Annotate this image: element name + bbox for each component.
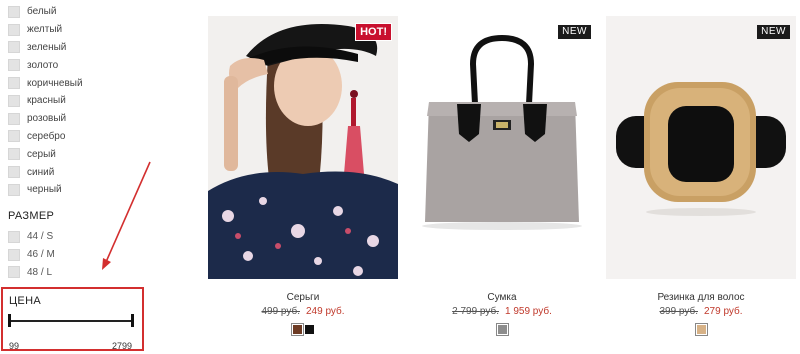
product-price: 499 руб. 249 руб.	[208, 306, 398, 317]
sale-price: 1 959 руб.	[505, 306, 552, 317]
color-filter-brown[interactable]: коричневый	[8, 74, 83, 92]
color-label: коричневый	[27, 77, 83, 89]
sale-price: 249 руб.	[306, 306, 345, 317]
price-max-value: 2799	[111, 341, 132, 351]
checkbox[interactable]	[8, 266, 20, 279]
size-filter-l[interactable]: 48 / L	[8, 264, 55, 282]
color-label: желтый	[27, 24, 63, 36]
color-swatches	[606, 323, 796, 336]
price-min-value: 99	[9, 341, 20, 351]
checkbox[interactable]	[8, 5, 20, 18]
checkbox[interactable]	[8, 59, 20, 72]
new-badge: NEW	[757, 25, 790, 39]
product-image[interactable]: NEW	[606, 16, 796, 279]
price-filter-highlight: ЦЕНА 99 2799	[1, 287, 144, 351]
product-image[interactable]: HOT!	[208, 16, 398, 279]
new-badge: NEW	[558, 25, 591, 39]
size-filter-m[interactable]: 46 / M	[8, 246, 55, 264]
color-filter-red[interactable]: красный	[8, 92, 83, 110]
old-price: 399 руб.	[659, 306, 698, 317]
hair-tie-photo	[606, 16, 796, 279]
price-slider-track[interactable]	[9, 320, 134, 322]
color-label: синий	[27, 166, 55, 178]
product-image[interactable]: NEW	[407, 16, 597, 279]
price-slider-min-handle[interactable]	[8, 314, 11, 327]
product-name[interactable]: Сумка	[407, 292, 597, 303]
price-filter-heading: ЦЕНА	[9, 295, 41, 307]
color-label: черный	[27, 184, 62, 196]
color-label: розовый	[27, 113, 67, 125]
checkbox[interactable]	[8, 41, 20, 54]
color-filter-yellow[interactable]: желтый	[8, 21, 83, 39]
color-filter-blue[interactable]: синий	[8, 163, 83, 181]
model-photo	[208, 16, 398, 279]
checkbox[interactable]	[8, 166, 20, 179]
color-filter-gold[interactable]: золото	[8, 56, 83, 74]
color-filter-grey[interactable]: серый	[8, 145, 83, 163]
checkbox[interactable]	[8, 183, 20, 196]
size-label: 48 / L	[27, 266, 53, 278]
swatch-grey[interactable]	[495, 323, 509, 336]
checkbox[interactable]	[8, 248, 20, 261]
product-name[interactable]: Резинка для волос	[606, 292, 796, 303]
filter-sidebar: белый желтый зеленый золото коричневый к…	[0, 0, 190, 354]
checkbox[interactable]	[8, 230, 20, 243]
swatch-black[interactable]	[304, 325, 314, 334]
color-filter-list: белый желтый зеленый золото коричневый к…	[8, 3, 83, 199]
hot-badge: HOT!	[355, 23, 392, 41]
color-filter-white[interactable]: белый	[8, 3, 83, 21]
product-card-hair-tie[interactable]: NEW Резинка для волос 399 руб. 279 руб.	[606, 16, 796, 336]
color-label: серый	[27, 148, 56, 160]
color-swatches	[407, 323, 597, 336]
checkbox[interactable]	[8, 23, 20, 36]
swatch-brown[interactable]	[290, 323, 304, 336]
sale-price: 279 руб.	[704, 306, 743, 317]
color-filter-green[interactable]: зеленый	[8, 39, 83, 57]
size-filter-list: 44 / S 46 / M 48 / L	[8, 228, 55, 281]
checkbox[interactable]	[8, 148, 20, 161]
product-name[interactable]: Серьги	[208, 292, 398, 303]
size-label: 44 / S	[27, 231, 54, 243]
bag-photo	[407, 16, 597, 279]
checkbox[interactable]	[8, 130, 20, 143]
old-price: 2 799 руб.	[452, 306, 499, 317]
color-swatches	[208, 323, 398, 336]
color-filter-pink[interactable]: розовый	[8, 110, 83, 128]
checkbox[interactable]	[8, 94, 20, 107]
product-price: 399 руб. 279 руб.	[606, 306, 796, 317]
product-card-earrings[interactable]: HOT! Серьги 499 руб. 249 руб.	[208, 16, 398, 336]
checkbox[interactable]	[8, 112, 20, 125]
color-label: зеленый	[27, 41, 67, 53]
size-filter-heading: РАЗМЕР	[8, 210, 55, 222]
old-price: 499 руб.	[261, 306, 300, 317]
size-filter-s[interactable]: 44 / S	[8, 228, 55, 246]
product-card-bag[interactable]: NEW Сумка 2 799 руб. 1 959 руб.	[407, 16, 597, 336]
color-label: золото	[27, 59, 59, 71]
color-label: красный	[27, 95, 66, 107]
color-label: серебро	[27, 130, 66, 142]
color-filter-silver[interactable]: серебро	[8, 128, 83, 146]
color-label: белый	[27, 6, 57, 18]
swatch-beige[interactable]	[694, 323, 708, 336]
product-price: 2 799 руб. 1 959 руб.	[407, 306, 597, 317]
size-label: 46 / M	[27, 249, 55, 261]
price-slider-max-handle[interactable]	[131, 314, 134, 327]
checkbox[interactable]	[8, 77, 20, 90]
color-filter-black[interactable]: черный	[8, 181, 83, 199]
